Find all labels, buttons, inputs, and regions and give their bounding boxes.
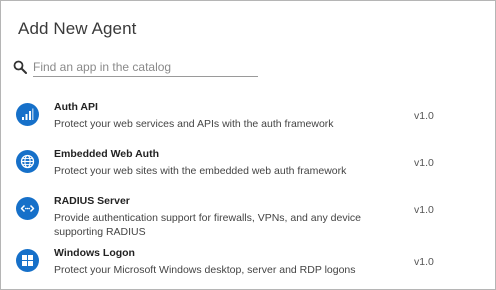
agent-list: Auth API Protect your web services and A… bbox=[1, 93, 495, 286]
dialog-title: Add New Agent bbox=[18, 19, 137, 38]
windows-icon bbox=[16, 249, 39, 272]
agent-description: Protect your Microsoft Windows desktop, … bbox=[54, 264, 356, 276]
search-bar bbox=[13, 58, 258, 78]
code-arrows-icon bbox=[16, 197, 39, 220]
bar-chart-icon bbox=[16, 103, 39, 126]
agent-item-windows-logon[interactable]: Windows Logon Protect your Microsoft Win… bbox=[1, 239, 495, 286]
agent-item-radius-server[interactable]: RADIUS Server Provide authentication sup… bbox=[1, 187, 495, 239]
agent-description: Protect your web services and APIs with … bbox=[54, 118, 334, 130]
agent-version: v1.0 bbox=[414, 157, 434, 169]
agent-name: Auth API bbox=[54, 101, 98, 113]
add-agent-dialog: Add New Agent Auth API Protect your web … bbox=[0, 0, 496, 290]
agent-item-auth-api[interactable]: Auth API Protect your web services and A… bbox=[1, 93, 495, 140]
agent-name: RADIUS Server bbox=[54, 195, 130, 207]
agent-description: Protect your web sites with the embedded… bbox=[54, 165, 347, 177]
search-input[interactable] bbox=[33, 58, 258, 77]
agent-version: v1.0 bbox=[414, 256, 434, 268]
search-icon bbox=[13, 60, 27, 74]
agent-version: v1.0 bbox=[414, 110, 434, 122]
agent-name: Windows Logon bbox=[54, 247, 135, 259]
agent-description: Provide authentication support for firew… bbox=[54, 212, 361, 238]
agent-version: v1.0 bbox=[414, 204, 434, 216]
agent-name: Embedded Web Auth bbox=[54, 148, 159, 160]
globe-icon bbox=[16, 150, 39, 173]
agent-item-embedded-web-auth[interactable]: Embedded Web Auth Protect your web sites… bbox=[1, 140, 495, 187]
